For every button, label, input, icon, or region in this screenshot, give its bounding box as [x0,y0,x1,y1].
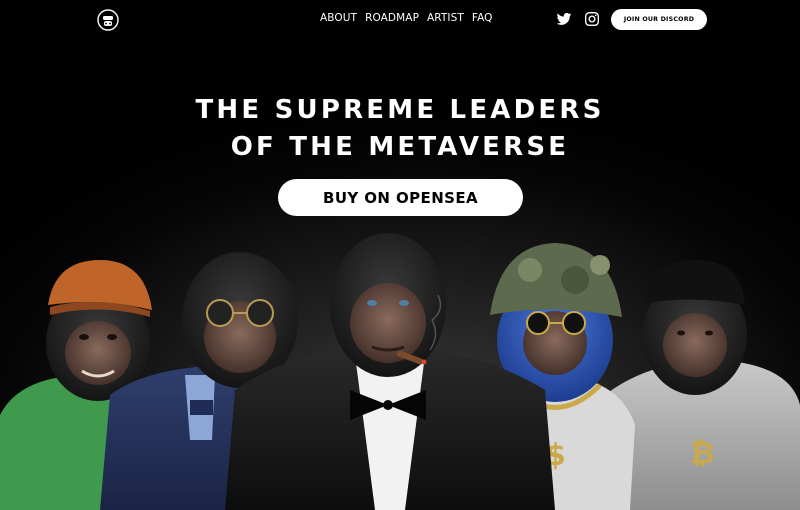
twitter-icon[interactable] [556,11,572,27]
nav-faq[interactable]: FAQ [472,12,493,24]
hero-title-line-2: OF THE METAVERSE [230,132,570,162]
main-nav: ABOUT ROADMAP ARTIST FAQ [320,12,493,24]
buy-on-opensea-button[interactable]: BUY ON OPENSEA [278,179,523,216]
nav-artist[interactable]: ARTIST [427,12,464,24]
nav-about[interactable]: ABOUT [320,12,357,24]
join-discord-button[interactable]: JOIN OUR DISCORD [611,9,707,30]
svg-text:₿: ₿ [690,436,714,471]
gorilla-group-illustration: ₿ $ [0,233,800,510]
landing-page: ABOUT ROADMAP ARTIST FAQ JOIN OUR DISCOR… [0,0,800,510]
gorilla-logo-icon[interactable] [97,9,119,31]
instagram-icon[interactable] [584,11,600,27]
hero-title-line-1: THE SUPREME LEADERS [195,95,605,125]
nav-roadmap[interactable]: ROADMAP [365,12,419,24]
hero-title: THE SUPREME LEADERS OF THE METAVERSE [0,92,800,166]
